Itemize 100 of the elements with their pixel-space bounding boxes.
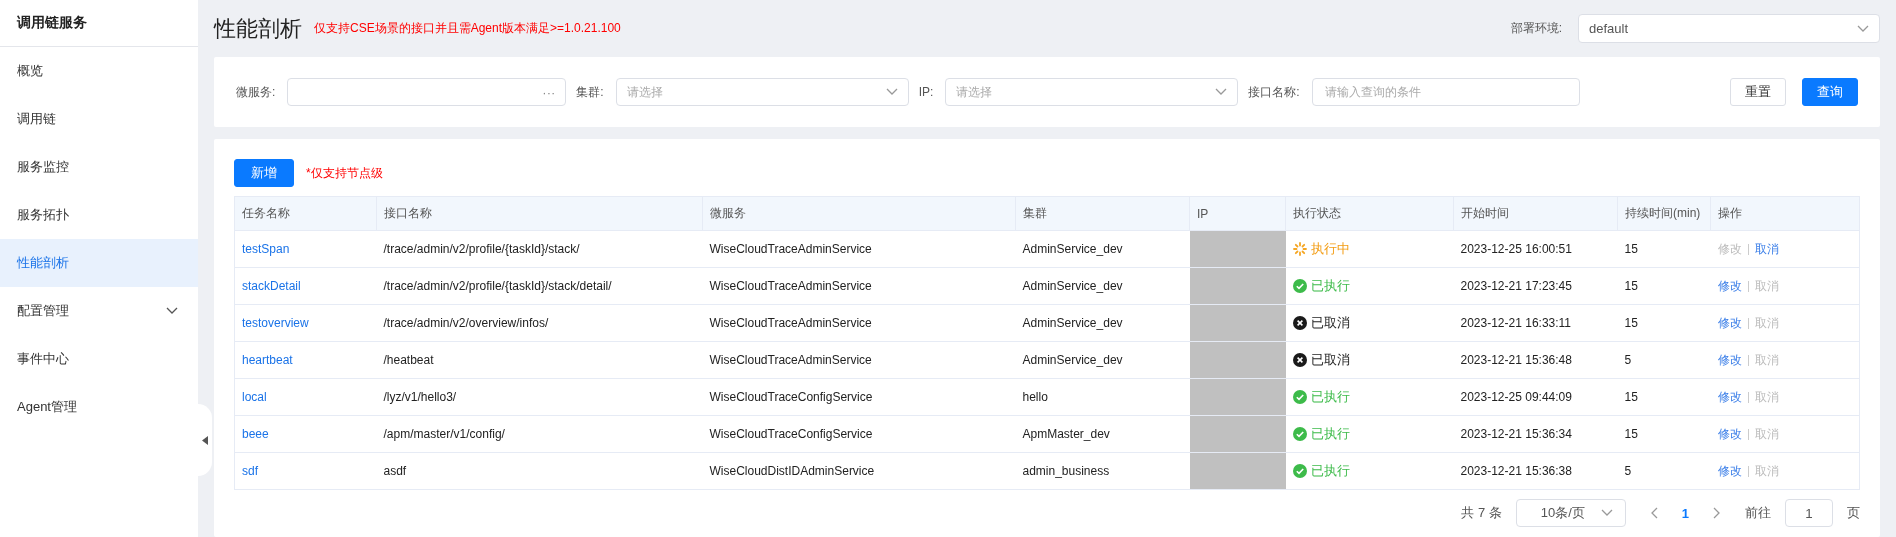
x-circle-icon <box>1292 315 1307 330</box>
chevron-left-icon <box>1649 507 1658 519</box>
table-cell: ApmMaster_dev <box>1022 427 1110 441</box>
table-cell: 2023-12-21 15:36:34 <box>1460 427 1572 441</box>
column-header: 操作 <box>1710 196 1860 231</box>
service-picker[interactable]: ··· <box>287 78 567 106</box>
chevron-down-icon <box>1857 24 1869 33</box>
column-header: 微服务 <box>702 196 1016 231</box>
table-cell: /lyz/v1/hello3/ <box>383 390 457 404</box>
status-text: 已执行 <box>1310 387 1350 406</box>
query-button[interactable]: 查询 <box>1802 78 1858 106</box>
spinner-icon <box>1292 241 1307 256</box>
table-cell: 2023-12-21 15:36:48 <box>1460 353 1572 367</box>
table-cell: 2023-12-25 09:44:09 <box>1460 390 1572 404</box>
status-text: 已执行 <box>1310 424 1350 443</box>
table-cell: 15 <box>1624 279 1638 293</box>
field-label: 接口名称: <box>1248 83 1300 101</box>
table-cell: hello <box>1022 390 1048 404</box>
page-title: 性能剖析 <box>214 14 302 43</box>
table-cell: 2023-12-21 17:23:45 <box>1460 279 1572 293</box>
select-field[interactable]: 请选择 <box>945 78 1239 106</box>
add-button[interactable]: 新增 <box>234 159 294 187</box>
table-cell: AdminService_dev <box>1022 316 1123 330</box>
table-cell: 15 <box>1624 427 1638 441</box>
status-text: 执行中 <box>1310 239 1350 258</box>
task-link[interactable]: stackDetail <box>242 279 301 293</box>
table-cell: 15 <box>1624 316 1638 330</box>
sidebar-item[interactable]: 服务拓扑 <box>0 191 198 239</box>
chevron-right-icon <box>1713 507 1721 519</box>
chevron-down-icon <box>885 88 898 96</box>
check-circle-icon <box>1292 278 1307 293</box>
table-cell: WiseCloudTraceAdminService <box>709 242 872 256</box>
sidebar-item[interactable]: 调用链 <box>0 95 198 143</box>
collapse-handle[interactable] <box>198 404 212 476</box>
edit-link[interactable]: 修改 <box>1717 352 1742 367</box>
status-text: 已取消 <box>1310 313 1350 332</box>
chevron-down-icon <box>1215 88 1228 96</box>
page-unit: 页 <box>1847 504 1860 522</box>
total-count: 共 7 条 <box>1461 504 1502 522</box>
column-header: 集群 <box>1015 196 1190 231</box>
task-link[interactable]: sdf <box>242 464 258 478</box>
table-cell: /trace/admin/v2/profile/{taskId}/stack/detail/ <box>383 279 612 293</box>
table-cell: 2023-12-21 16:33:11 <box>1460 316 1572 330</box>
goto-label: 前往 <box>1745 504 1771 522</box>
edit-link[interactable]: 修改 <box>1717 426 1742 441</box>
page-number[interactable]: 1 <box>1681 505 1689 521</box>
table-cell: AdminService_dev <box>1022 279 1123 293</box>
edit-link[interactable]: 修改 <box>1717 389 1742 404</box>
table-cell: WiseCloudTraceConfigService <box>709 390 873 404</box>
field-label: 集群: <box>576 83 604 101</box>
sidebar-title: 调用链服务 <box>0 0 198 47</box>
sidebar-item[interactable]: 概览 <box>0 47 198 95</box>
page-size-select[interactable]: 10条/页 <box>1515 499 1626 527</box>
table-cell: WiseCloudDistIDAdminService <box>709 464 875 478</box>
cancel-link[interactable]: 取消 <box>1754 241 1779 256</box>
edit-link[interactable]: 修改 <box>1717 315 1742 330</box>
table-cell: 15 <box>1624 242 1638 256</box>
column-header: 开始时间 <box>1453 196 1618 231</box>
table-cell: 5 <box>1624 464 1632 478</box>
task-link[interactable]: local <box>242 390 267 404</box>
field-label: 部署环境: <box>1510 20 1562 37</box>
sidebar-item[interactable]: Agent管理 <box>0 383 198 431</box>
table-cell: WiseCloudTraceConfigService <box>709 427 873 441</box>
table-cell: WiseCloudTraceAdminService <box>709 353 872 367</box>
edit-link[interactable]: 修改 <box>1717 463 1742 478</box>
reset-button[interactable]: 重置 <box>1730 78 1786 106</box>
table-cell: /trace/admin/v2/overview/infos/ <box>383 316 549 330</box>
input-field[interactable]: 请输入查询的条件 <box>1311 78 1580 106</box>
sidebar-item[interactable]: 性能剖析 <box>0 239 198 287</box>
column-header: 接口名称 <box>376 196 703 231</box>
table-cell: /trace/admin/v2/profile/{taskId}/stack/ <box>383 242 580 256</box>
table-cell: AdminService_dev <box>1022 353 1123 367</box>
environment-select[interactable]: default <box>1578 14 1880 43</box>
task-link[interactable]: beee <box>242 427 269 441</box>
table-cell: AdminService_dev <box>1022 242 1123 256</box>
status-text: 已执行 <box>1310 276 1350 295</box>
sidebar-item[interactable]: 事件中心 <box>0 335 198 383</box>
page-input[interactable]: 1 <box>1785 499 1833 527</box>
table-cell: WiseCloudTraceAdminService <box>709 316 872 330</box>
table-cell: /heatbeat <box>383 353 434 367</box>
note-text: *仅支持节点级 <box>306 164 383 182</box>
field-label: 微服务: <box>236 83 276 101</box>
x-circle-icon <box>1292 352 1307 367</box>
more-icon: ··· <box>542 84 556 100</box>
table-cell: 2023-12-21 15:36:38 <box>1460 464 1572 478</box>
table-cell: 15 <box>1624 390 1638 404</box>
sidebar-item[interactable]: 服务监控 <box>0 143 198 191</box>
check-circle-icon <box>1292 426 1307 441</box>
task-link[interactable]: testoverview <box>242 316 309 330</box>
table-cell: /apm/master/v1/config/ <box>383 427 505 441</box>
sidebar-item[interactable]: 配置管理 <box>0 287 198 335</box>
column-header: 持续时间(min) <box>1617 196 1711 231</box>
status-text: 已取消 <box>1310 350 1350 369</box>
notice-text: 仅支持CSE场景的接口并且需Agent版本满足>=1.0.21.100 <box>314 20 621 37</box>
task-link[interactable]: testSpan <box>242 242 290 256</box>
table-cell: admin_business <box>1022 464 1110 478</box>
task-link[interactable]: heartbeat <box>242 353 293 367</box>
table-cell: WiseCloudTraceAdminService <box>709 279 872 293</box>
select-field[interactable]: 请选择 <box>615 78 909 106</box>
edit-link[interactable]: 修改 <box>1717 278 1742 293</box>
